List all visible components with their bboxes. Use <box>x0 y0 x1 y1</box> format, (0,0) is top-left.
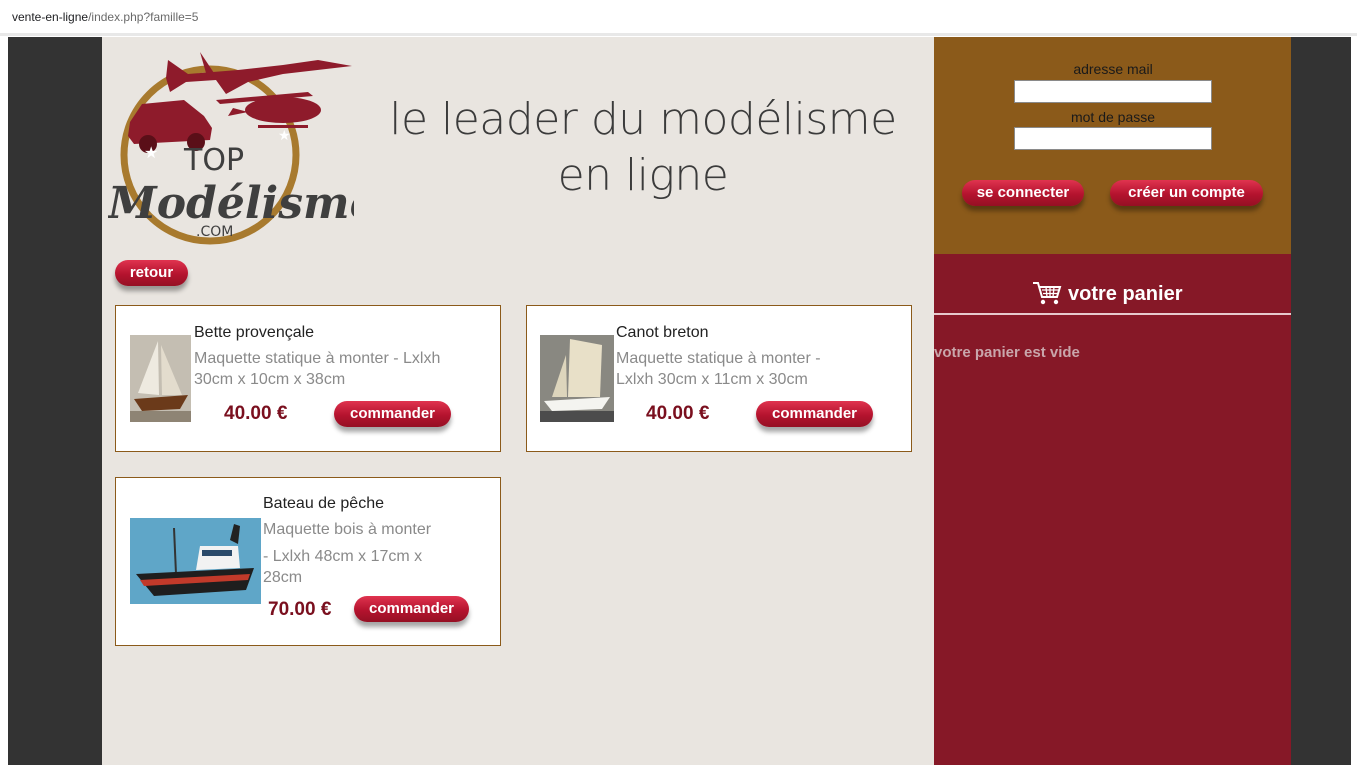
svg-text:Modélisme: Modélisme <box>108 178 354 229</box>
svg-text:.COM: .COM <box>196 224 233 240</box>
product-description-line3: 28cm <box>263 569 303 586</box>
basket-title: votre panier <box>1068 283 1183 305</box>
password-label: mot de passe <box>1070 109 1156 125</box>
url-path: /index.php?famille=5 <box>88 10 199 24</box>
svg-text:★: ★ <box>278 128 291 144</box>
product-description-line1: Maquette statique à monter - Lxlxh <box>194 350 441 367</box>
product-image[interactable] <box>540 335 614 422</box>
password-field[interactable] <box>1014 127 1212 150</box>
basket-empty-text: votre panier est vide <box>934 344 1080 361</box>
product-name: Bette provençale <box>194 324 315 341</box>
product-name: Bateau de pêche <box>263 495 384 512</box>
email-field[interactable] <box>1014 80 1212 103</box>
site-logo[interactable]: ★ ★ TOP Modélisme .COM <box>106 40 378 250</box>
product-price: 70.00 € <box>268 599 332 620</box>
svg-text:TOP: TOP <box>183 143 244 178</box>
order-button[interactable]: commander <box>334 401 451 427</box>
product-description-line1: Maquette bois à monter <box>263 521 432 538</box>
url-text[interactable]: vente-en-ligne/index.php?famille=5 <box>12 10 198 24</box>
url-host: vente-en-ligne <box>12 10 89 24</box>
site-tagline: le leader du modélisme en ligne <box>389 94 897 201</box>
basket-panel <box>934 254 1291 765</box>
order-button[interactable]: commander <box>756 401 873 427</box>
product-price: 40.00 € <box>646 403 710 424</box>
product-description-line2: - Lxlxh 48cm x 17cm x <box>263 548 423 565</box>
product-name: Canot breton <box>616 324 709 341</box>
basket-divider <box>934 313 1291 315</box>
order-button[interactable]: commander <box>354 596 469 622</box>
back-button[interactable]: retour <box>115 260 188 286</box>
svg-text:★: ★ <box>144 143 158 162</box>
product-image[interactable] <box>130 518 261 604</box>
login-button[interactable]: se connecter <box>962 180 1084 206</box>
address-bar[interactable]: vente-en-ligne/index.php?famille=5 <box>0 0 1357 36</box>
product-description-line2: Lxlxh 30cm x 11cm x 30cm <box>616 371 808 388</box>
create-account-button[interactable]: créer un compte <box>1110 180 1263 206</box>
cart-icon <box>1032 280 1062 310</box>
product-description-line2: 30cm x 10cm x 38cm <box>194 371 346 388</box>
product-image[interactable] <box>130 335 191 422</box>
product-price: 40.00 € <box>224 403 288 424</box>
email-label: adresse mail <box>1073 61 1153 77</box>
product-description-line1: Maquette statique à monter - <box>616 350 821 367</box>
logo-graphic: ★ ★ TOP Modélisme .COM <box>106 52 378 245</box>
